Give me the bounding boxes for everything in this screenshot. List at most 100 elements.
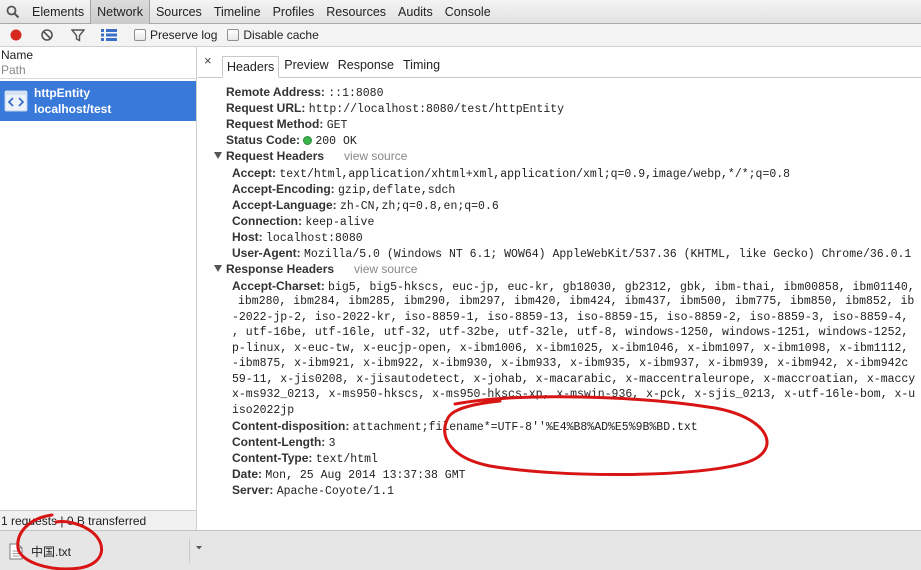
header-value: attachment;filename*=UTF-8''%E4%B8%AD%E5… [352, 421, 698, 434]
view-source-link[interactable]: view source [344, 149, 407, 163]
divider [189, 539, 190, 563]
header-label: Date: [232, 467, 263, 481]
header-label: Remote Address: [226, 85, 325, 99]
header-label: Connection: [232, 214, 302, 228]
general-row: Request Method: GET [226, 116, 921, 132]
checkbox-box[interactable] [227, 29, 240, 41]
header-label: User-Agent: [232, 246, 301, 260]
header-value: Apache-Coyote/1.1 [276, 485, 395, 498]
record-icon [10, 29, 21, 41]
general-row: Request URL: http://localhost:8080/test/… [226, 100, 921, 116]
list-view-icon [100, 29, 117, 41]
header-value: zh-CN,zh;q=0.8,en;q=0.6 [340, 200, 499, 213]
disclosure-triangle-icon[interactable] [214, 152, 222, 159]
details-tab-bar: × Headers Preview Response Timing [198, 47, 921, 78]
search-icon[interactable] [0, 0, 26, 24]
preserve-log-checkbox[interactable]: Preserve log [134, 28, 217, 42]
header-value: Mon, 25 Aug 2014 13:37:38 GMT [265, 469, 466, 482]
filter-icon [70, 29, 85, 42]
request-details-panel: × Headers Preview Response Timing Remote… [198, 47, 921, 530]
network-summary-status: 1 requests | 0 B transferred [0, 510, 196, 530]
tab-headers[interactable]: Headers [222, 56, 280, 78]
header-row: Content-disposition: attachment;filename… [232, 418, 921, 434]
disable-cache-checkbox[interactable]: Disable cache [227, 28, 319, 42]
clear-button[interactable] [31, 24, 62, 47]
filter-button[interactable] [62, 24, 93, 47]
list-view-button[interactable] [93, 24, 124, 47]
tab-elements[interactable]: Elements [26, 0, 90, 24]
header-row: Content-Length: 3 [232, 434, 921, 450]
tab-profiles[interactable]: Profiles [267, 0, 321, 24]
column-name-header[interactable]: Name [1, 47, 196, 63]
header-value: http://localhost:8080/test/httpEntity [308, 103, 565, 116]
header-row: Accept-Encoding: gzip,deflate,sdch [232, 181, 921, 197]
header-label: Content-disposition: [232, 419, 350, 433]
header-value: gzip,deflate,sdch [338, 184, 456, 197]
view-source-link[interactable]: view source [354, 262, 417, 276]
tab-console[interactable]: Console [439, 0, 497, 24]
header-value: keep-alive [305, 216, 375, 229]
disable-cache-label: Disable cache [243, 28, 319, 42]
close-icon[interactable]: × [204, 52, 218, 72]
header-label: Request Method: [226, 117, 324, 131]
request-headers-section[interactable]: Request Headers view source [214, 148, 921, 165]
charset-line: iso2022jp [232, 403, 295, 417]
tab-timeline[interactable]: Timeline [208, 0, 267, 24]
general-row: Remote Address: ::1:8080 [226, 84, 921, 100]
header-row: Accept-Charset: big5, big5-hkscs, euc-jp… [232, 278, 921, 294]
disclosure-triangle-icon[interactable] [214, 265, 222, 272]
request-list-panel: Name Path httpEntity localhost/test 1 re… [0, 47, 197, 530]
preserve-log-label: Preserve log [150, 28, 218, 42]
column-path-header: Path [1, 63, 26, 77]
header-row: Server: Apache-Coyote/1.1 [232, 482, 921, 498]
charset-line: 59-11, x-jis0208, x-jisautodetect, x-joh… [232, 372, 916, 386]
tab-response[interactable]: Response [334, 55, 398, 77]
tab-audits[interactable]: Audits [392, 0, 439, 24]
section-title: Request Headers [226, 149, 325, 163]
header-value: 200 OK [315, 135, 357, 148]
request-path: localhost/test [34, 102, 112, 116]
headers-content: Remote Address: ::1:8080 Request URL: ht… [198, 78, 921, 498]
record-button[interactable] [0, 24, 31, 47]
tab-timing[interactable]: Timing [399, 55, 444, 77]
download-filename: 中国.txt [31, 544, 72, 559]
header-label: Request URL: [226, 101, 306, 115]
header-label: Accept-Charset: [232, 279, 325, 293]
header-label: Host: [232, 230, 263, 244]
header-value: localhost:8080 [266, 232, 363, 245]
clear-icon [40, 29, 53, 41]
section-title: Response Headers [226, 262, 335, 276]
tab-preview[interactable]: Preview [280, 55, 332, 77]
document-icon [4, 90, 28, 112]
request-row-selected[interactable]: httpEntity localhost/test [0, 81, 196, 121]
header-value: 3 [328, 437, 336, 450]
header-row: Accept: text/html,application/xhtml+xml,… [232, 165, 921, 181]
charset-line: x-ms932_0213, x-ms950-hkscs, x-ms950-hks… [232, 388, 916, 401]
request-name: httpEntity [34, 86, 90, 100]
download-item[interactable]: 中国.txt [3, 537, 205, 565]
tab-sources[interactable]: Sources [150, 0, 208, 24]
tab-network[interactable]: Network [90, 0, 150, 24]
checkbox-box[interactable] [134, 29, 146, 41]
chevron-down-icon[interactable] [195, 545, 203, 551]
header-value: GET [326, 119, 348, 132]
header-label: Server: [232, 483, 274, 497]
request-list-header[interactable]: Name Path [0, 47, 196, 79]
charset-line: p-linux, x-euc-tw, x-eucjp-open, x-ibm10… [232, 341, 909, 355]
charset-line: ibm280, ibm284, ibm285, ibm290, ibm297, … [238, 295, 915, 308]
header-row: Connection: keep-alive [232, 213, 921, 229]
header-row: Host: localhost:8080 [232, 229, 921, 245]
header-label: Accept-Encoding: [232, 182, 335, 196]
accept-charset-continuation: ibm280, ibm284, ibm285, ibm290, ibm297, … [232, 294, 921, 418]
tab-resources[interactable]: Resources [320, 0, 392, 24]
header-row: User-Agent: Mozilla/5.0 (Windows NT 6.1;… [232, 245, 921, 261]
header-label: Accept-Language: [232, 198, 337, 212]
response-headers-section[interactable]: Response Headers view source [214, 261, 921, 278]
header-label: Status Code: [226, 133, 301, 147]
network-toolbar: Preserve log Disable cache [0, 24, 921, 47]
header-value: ::1:8080 [328, 87, 384, 100]
download-shelf: 中国.txt [0, 530, 921, 570]
status-ok-icon [303, 136, 313, 145]
header-row: Accept-Language: zh-CN,zh;q=0.8,en;q=0.6 [232, 197, 921, 213]
header-value: text/html [315, 453, 378, 466]
